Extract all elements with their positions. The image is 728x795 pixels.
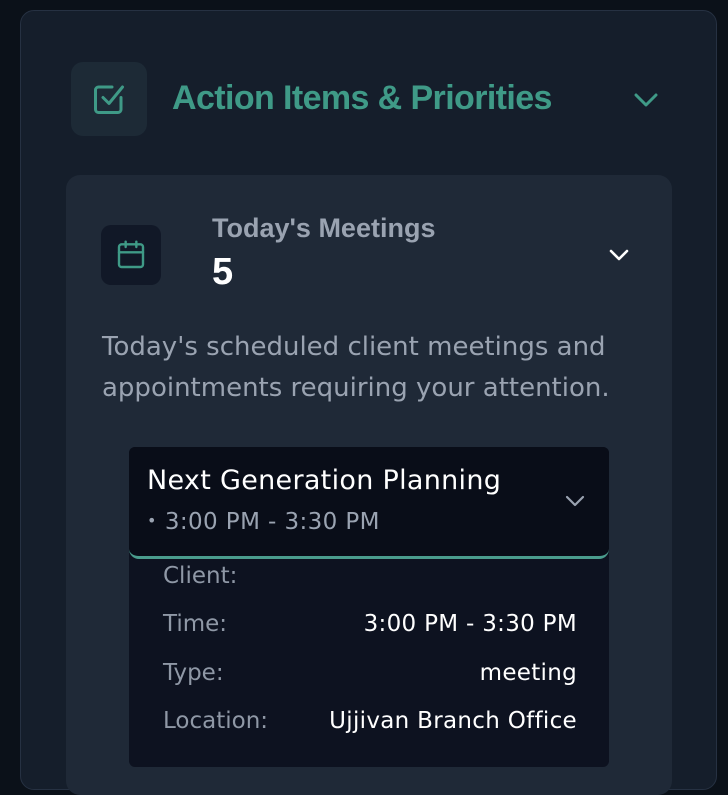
detail-row-location: Location: Ujjivan Branch Office [163, 708, 577, 738]
todays-meetings-card: Today's Meetings 5 Today's scheduled cli… [66, 175, 672, 795]
card-description: Today's scheduled client meetings and ap… [102, 332, 610, 403]
meeting-item: Next Generation Planning • 3:00 PM - 3:30… [129, 447, 609, 767]
card-label: Today's Meetings [212, 213, 436, 243]
meeting-header[interactable]: Next Generation Planning • 3:00 PM - 3:30… [129, 447, 609, 559]
section-title: Action Items & Priorities [172, 79, 552, 117]
bullet-icon: • [147, 511, 157, 530]
detail-key: Client: [163, 563, 238, 589]
meeting-expand-chevron-icon[interactable] [563, 492, 587, 510]
detail-value: 3:00 PM - 3:30 PM [363, 611, 577, 637]
action-items-panel: Action Items & Priorities Today's Meetin… [20, 10, 717, 795]
detail-key: Location: [163, 708, 269, 734]
detail-key: Type: [163, 660, 224, 686]
meeting-time: • 3:00 PM - 3:30 PM [147, 509, 380, 535]
checkbox-icon [71, 62, 147, 136]
calendar-icon [101, 225, 161, 285]
detail-key: Time: [163, 611, 228, 637]
meeting-title: Next Generation Planning [147, 465, 502, 496]
card-expand-chevron-icon[interactable] [606, 245, 632, 265]
detail-row-time: Time: 3:00 PM - 3:30 PM [163, 611, 577, 641]
detail-row-type: Type: meeting [163, 660, 577, 690]
meeting-time-text: 3:00 PM - 3:30 PM [164, 509, 380, 535]
card-value: 5 [212, 251, 234, 293]
section-collapse-chevron-icon[interactable] [631, 89, 661, 111]
detail-value: Ujjivan Branch Office [329, 708, 577, 734]
detail-value: meeting [479, 660, 577, 686]
detail-row-client: Client: [163, 563, 577, 593]
